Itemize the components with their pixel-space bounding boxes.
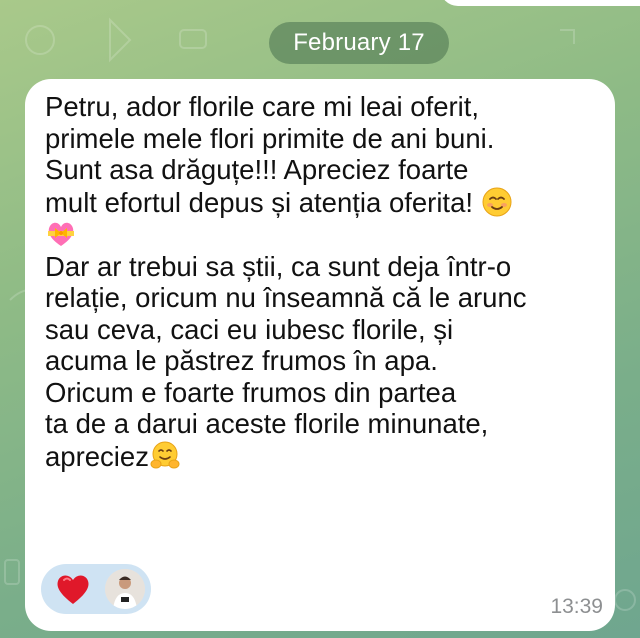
message-timestamp: 13:39	[550, 595, 603, 618]
date-separator: February 17	[269, 22, 449, 64]
message-bubble[interactable]: Petru, ador florile care mi leai oferit,…	[25, 79, 615, 631]
red-heart-icon	[57, 575, 89, 604]
message-text: Petru, ador florile care mi leai oferit,…	[45, 91, 610, 472]
message-text-part-1: Petru, ador florile care mi leai oferit,…	[45, 91, 495, 218]
heart-with-ribbon-icon	[45, 218, 77, 250]
previous-message-bubble-edge	[440, 0, 640, 6]
message-text-part-2: Dar ar trebui sa știi, ca sunt deja într…	[45, 250, 527, 472]
smiling-face-icon	[481, 186, 513, 218]
hugging-face-icon	[149, 440, 181, 472]
avatar[interactable]	[105, 569, 145, 609]
reaction-pill[interactable]	[41, 564, 151, 614]
